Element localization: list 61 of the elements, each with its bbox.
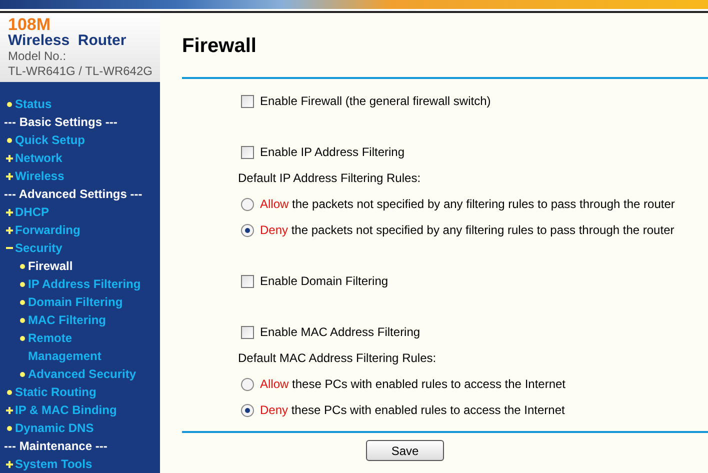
bullet-icon [7,138,12,142]
logo-speed: 108M [8,17,51,33]
checkbox-option[interactable]: Enable MAC Address Filtering [238,319,708,345]
checkbox[interactable] [241,146,254,158]
model-number: TL-WR641G / TL-WR642G [8,64,152,79]
bullet-icon [20,318,25,322]
radio-option[interactable]: Allow these PCs with enabled rules to access the Internet [238,371,708,397]
menu-link[interactable]: Quick Setup [0,131,86,149]
radio-option[interactable]: Deny these PCs with enabled rules to access the Internet [238,397,708,423]
bullet-icon [20,300,25,304]
menu-link[interactable]: IP & MAC Binding [0,401,117,419]
menu-link[interactable]: Remote Management [0,329,141,365]
menu-link[interactable]: MAC Filtering [0,311,106,329]
minus-icon [6,247,13,249]
checkbox[interactable] [241,274,254,288]
checkbox-option[interactable]: Enable Firewall (the general firewall switch) [238,88,708,114]
model-label: Model No.: [8,49,66,64]
save-button[interactable]: Save [366,440,444,461]
bullet-icon [7,102,12,106]
page-title: Firewall [182,35,258,59]
bullet-icon [20,372,25,376]
menu-link[interactable]: Domain Filtering [0,293,123,311]
checkbox[interactable] [241,326,254,338]
plus-icon [6,172,13,180]
radio-option[interactable]: Deny the packets not specified by any filtering rules to pass through the router [238,217,708,243]
bullet-icon [20,282,25,286]
menu-link[interactable]: Advanced Security [0,365,136,383]
section-heading: --- Maintenance --- [3,438,108,455]
radio-button[interactable] [241,224,254,236]
bullet-icon [20,336,25,340]
bullet-icon [7,390,12,394]
bullet-icon [20,264,25,268]
menu-link[interactable]: Dynamic DNS [0,419,94,437]
menu-link[interactable]: Network [0,149,62,167]
menu-link[interactable]: Firewall [0,257,73,275]
radio-button[interactable] [241,404,254,416]
section-heading: --- Basic Settings --- [3,114,118,131]
menu-link[interactable]: IP Address Filtering [0,275,141,293]
menu-link[interactable]: Forwarding [0,221,80,239]
rules-label: Default IP Address Filtering Rules: [238,170,422,187]
plus-icon [6,226,13,234]
checkbox-option[interactable]: Enable IP Address Filtering [238,139,708,165]
checkbox[interactable] [241,94,254,108]
plus-icon [6,154,13,162]
radio-button[interactable] [241,378,254,390]
bullet-icon [7,426,12,430]
menu-link[interactable]: Wireless [0,167,64,185]
checkbox-option[interactable]: Enable Domain Filtering [238,268,708,294]
radio-option[interactable]: Allow the packets not specified by any filtering rules to pass through the router [238,191,708,217]
menu-link[interactable]: Static Routing [0,383,96,401]
plus-icon [6,460,13,468]
plus-icon [6,406,13,414]
menu-link[interactable]: System Tools [0,455,92,473]
plus-icon [6,208,13,216]
logo-product: Wireless Router [8,33,126,49]
menu-link[interactable]: DHCP [0,203,50,221]
menu-link[interactable]: Status [0,95,52,113]
section-heading: --- Advanced Settings --- [3,186,142,203]
radio-button[interactable] [241,198,254,210]
rules-label: Default MAC Address Filtering Rules: [238,350,438,367]
menu-link[interactable]: Security [0,239,62,257]
